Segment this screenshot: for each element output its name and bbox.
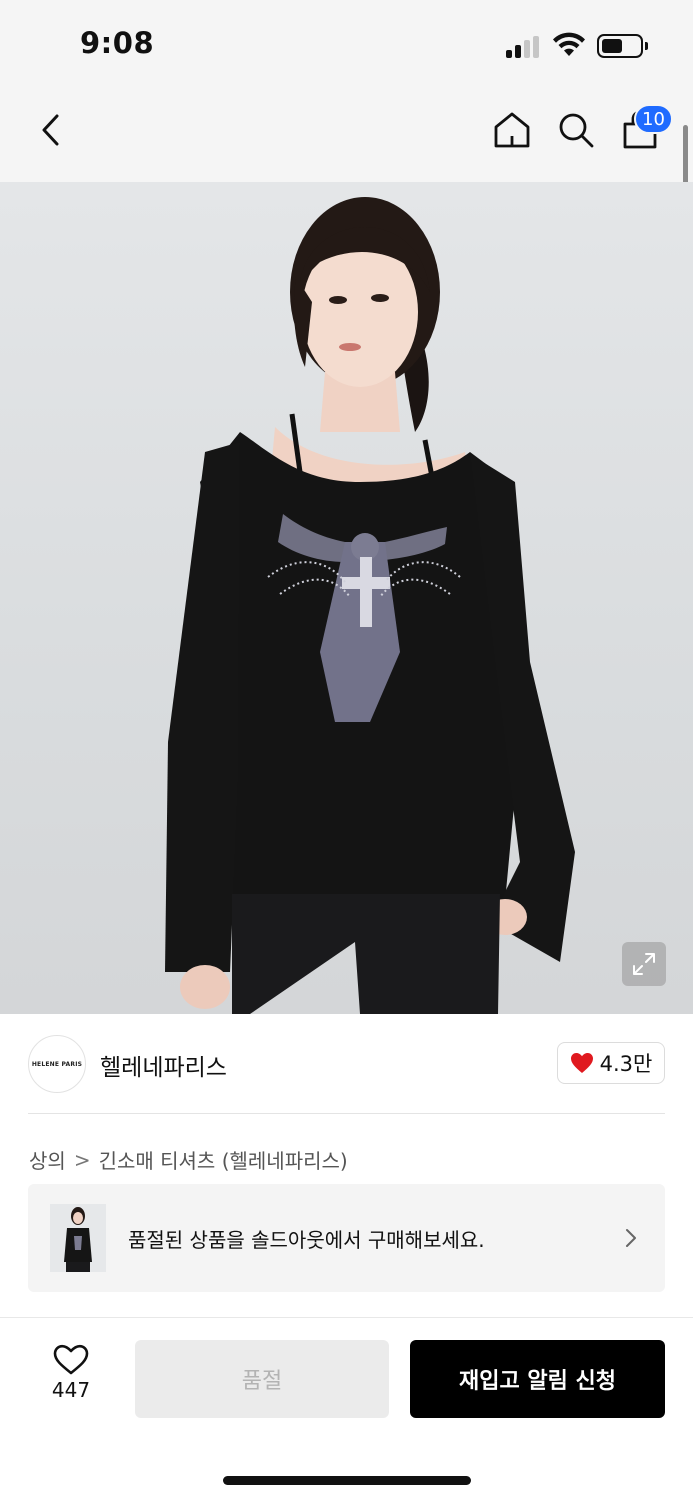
breadcrumb-subcategory[interactable]: 긴소매 티셔츠 (헬레네파리스) [99,1145,348,1174]
expand-image-button[interactable] [622,942,666,986]
expand-icon [633,953,655,975]
chevron-right-icon [626,1229,636,1247]
status-time: 9:08 [80,26,155,60]
back-button[interactable] [30,110,70,150]
soldout-promo-text: 품절된 상품을 솔드아웃에서 구매해보세요. [128,1228,485,1252]
breadcrumb: 상의 > 긴소매 티셔츠 (헬레네파리스) [29,1145,348,1174]
soldout-promo-banner[interactable]: 품절된 상품을 솔드아웃에서 구매해보세요. [28,1184,665,1292]
battery-icon [597,34,648,58]
chevron-left-icon [42,114,59,146]
top-nav-bar [0,92,693,182]
status-bar: 9:08 [0,0,693,92]
heart-outline-icon [53,1344,89,1375]
breadcrumb-separator: > [73,1147,91,1172]
brand-like-count: 4.3만 [599,1052,653,1076]
home-icon [494,112,530,148]
home-indicator [223,1476,471,1485]
heart-filled-icon [570,1053,593,1073]
breadcrumb-category[interactable]: 상의 [29,1145,66,1174]
brand-name[interactable]: 헬레네파리스 [100,1048,227,1082]
cellular-signal-icon [506,36,544,58]
restock-alert-button[interactable]: 재입고 알림 신청 [410,1340,665,1418]
brand-logo[interactable]: HELENE PARIS [28,1035,86,1093]
product-image[interactable] [0,182,693,1014]
soldout-button: 품절 [135,1340,389,1418]
brand-row: HELENE PARIS 헬레네파리스 4.3만 [0,1014,693,1114]
cart-count-badge: 10 [634,104,673,134]
divider [28,1113,665,1114]
search-icon [559,113,594,148]
search-button[interactable] [554,108,598,152]
wishlist-count: 447 [51,1378,91,1402]
wishlist-button[interactable]: 447 [40,1344,102,1414]
product-photo-illustration [165,197,575,1014]
brand-like-button[interactable]: 4.3만 [557,1042,665,1084]
wifi-icon [553,32,585,56]
product-thumbnail [50,1204,106,1272]
home-button[interactable] [490,108,534,152]
divider [0,1317,693,1318]
